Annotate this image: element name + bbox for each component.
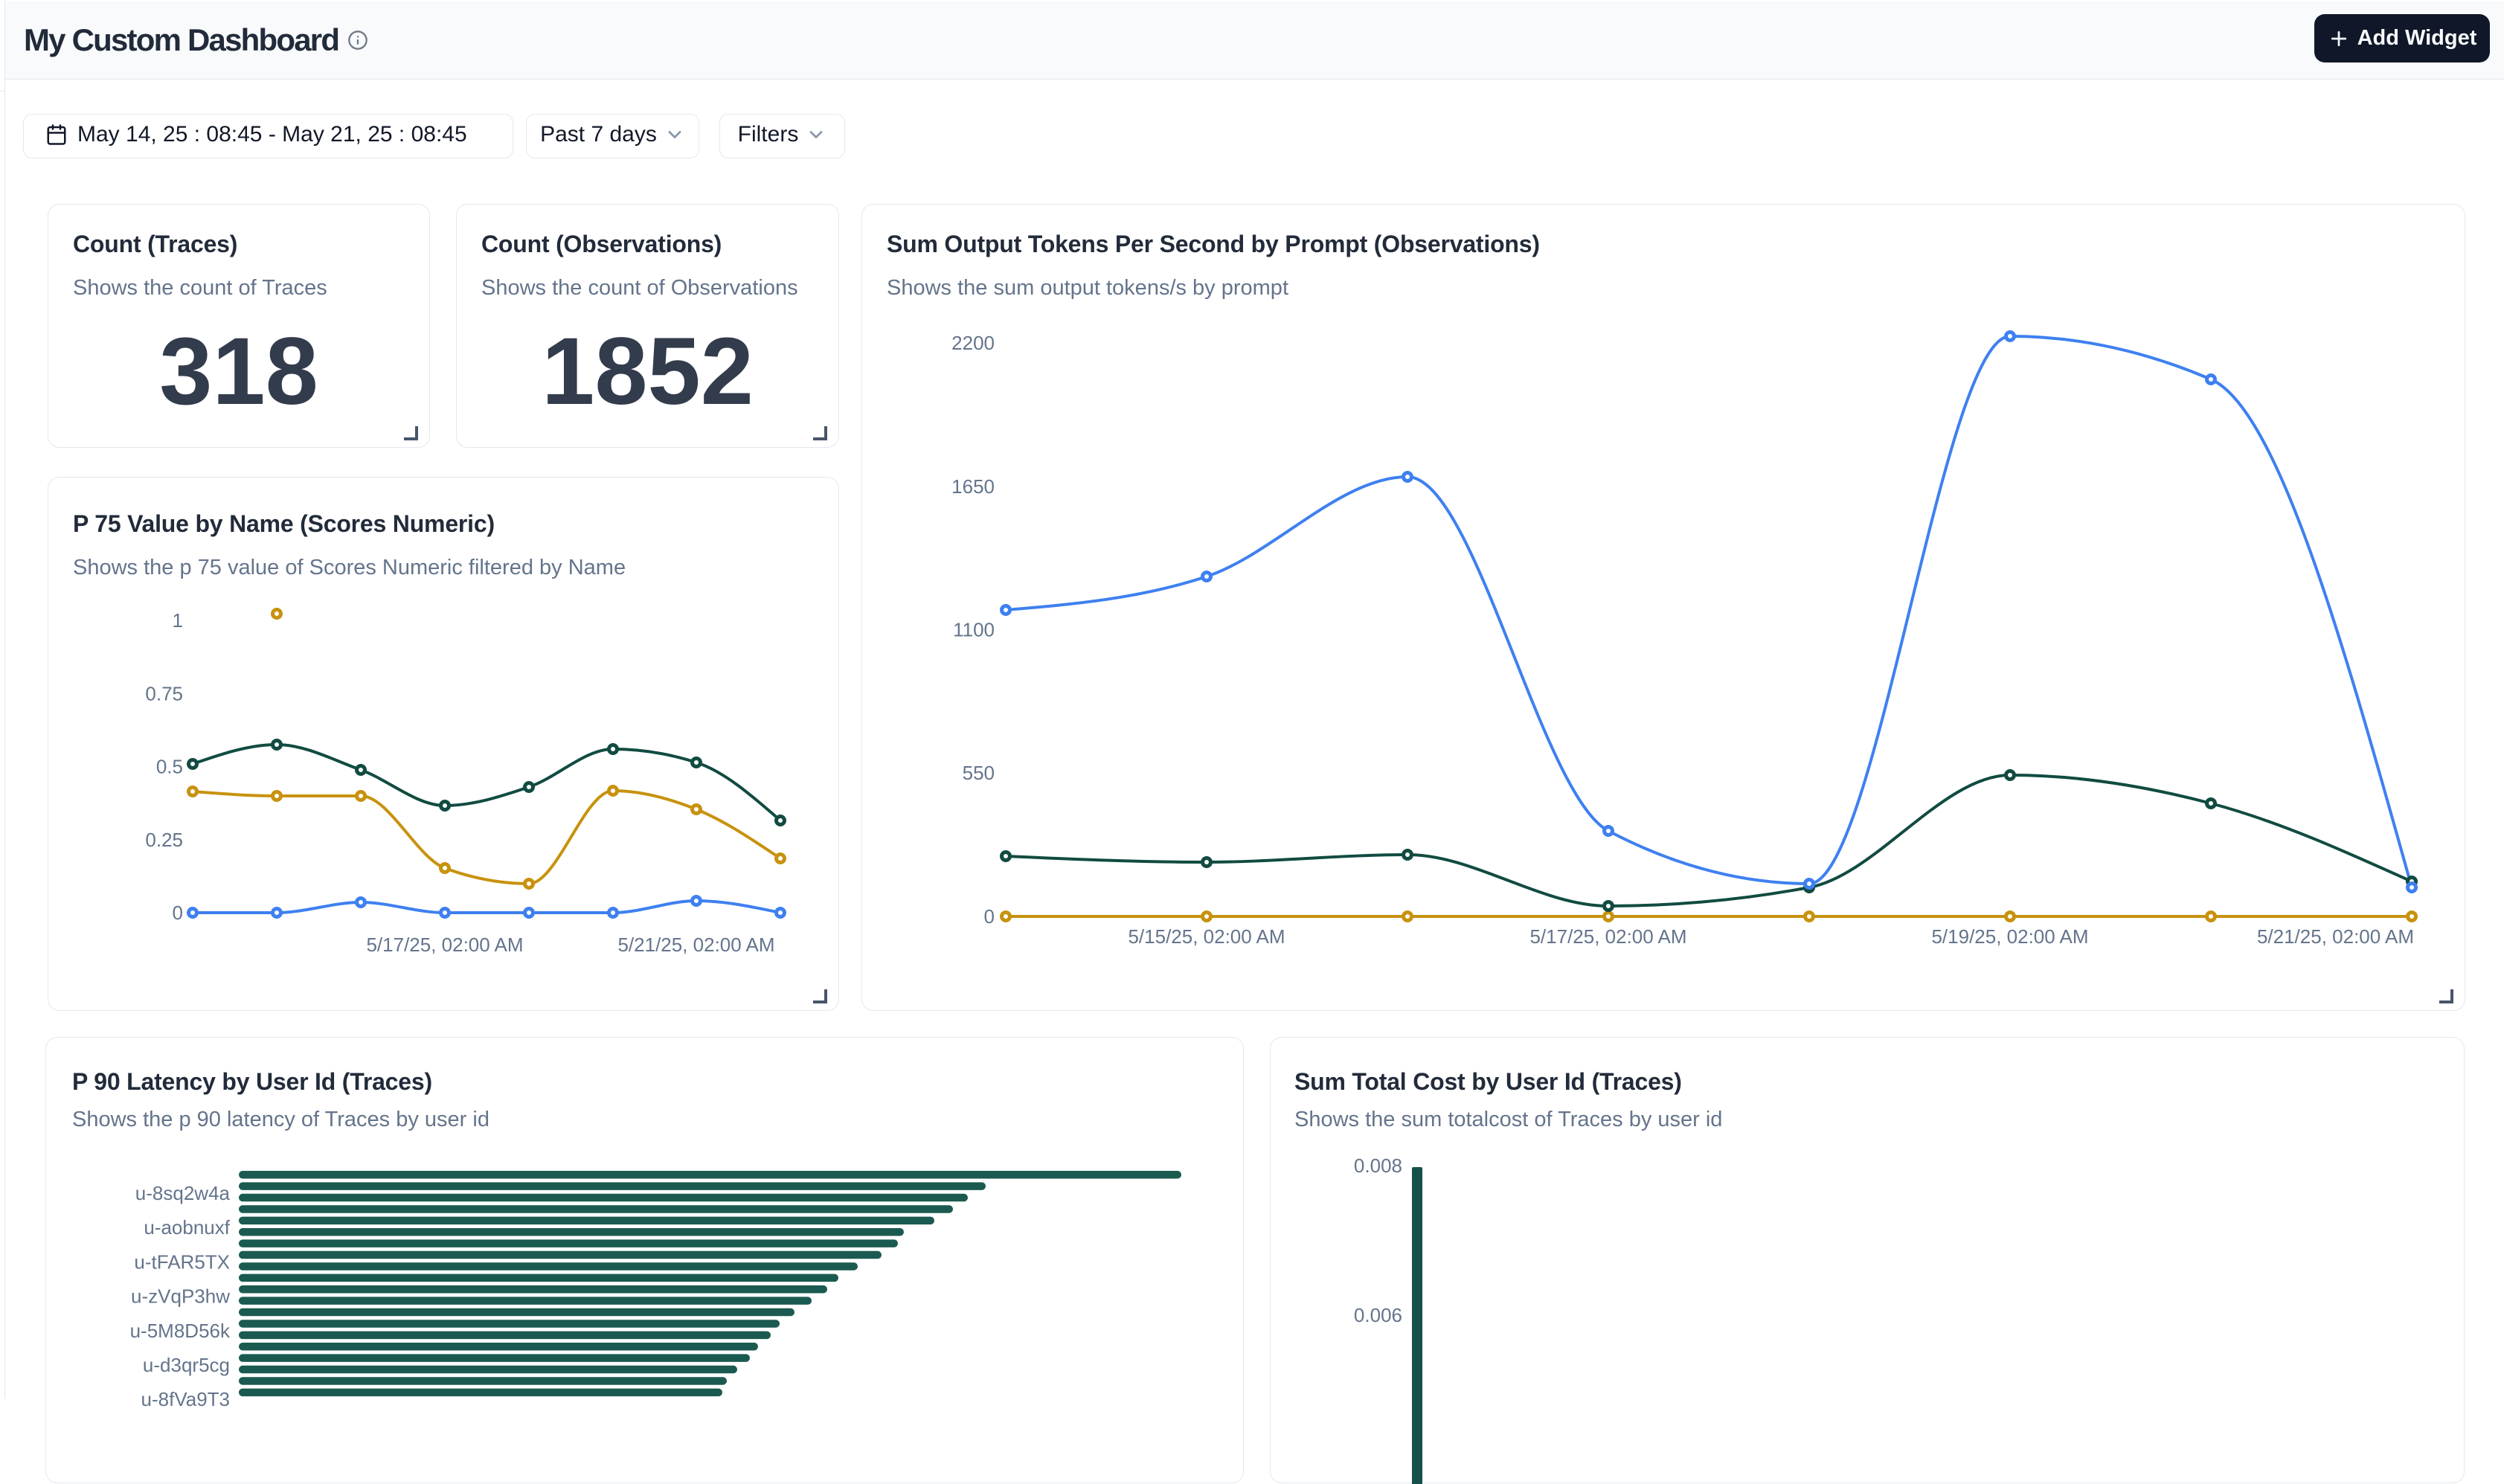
svg-text:2200: 2200 <box>951 332 995 354</box>
svg-text:u-d3qr5cg: u-d3qr5cg <box>143 1354 230 1376</box>
svg-text:u-tFAR5TX: u-tFAR5TX <box>134 1250 230 1273</box>
svg-text:1100: 1100 <box>953 619 995 641</box>
svg-text:0.006: 0.006 <box>1354 1304 1402 1326</box>
svg-text:0.5: 0.5 <box>156 756 183 778</box>
svg-text:u-5M8D56k: u-5M8D56k <box>130 1320 231 1342</box>
svg-text:u-aobnuxf: u-aobnuxf <box>144 1216 230 1239</box>
svg-text:0: 0 <box>173 902 183 924</box>
svg-text:5/15/25, 02:00 AM: 5/15/25, 02:00 AM <box>1128 925 1285 948</box>
svg-text:5/19/25, 02:00 AM: 5/19/25, 02:00 AM <box>1931 925 2088 948</box>
svg-text:u-8fVa9T3: u-8fVa9T3 <box>141 1388 230 1410</box>
svg-text:0: 0 <box>984 905 995 928</box>
svg-text:1: 1 <box>173 609 183 632</box>
svg-text:0.75: 0.75 <box>145 682 183 704</box>
svg-text:0.008: 0.008 <box>1354 1154 1402 1177</box>
svg-text:0.25: 0.25 <box>145 829 183 851</box>
svg-text:5/21/25, 02:00 AM: 5/21/25, 02:00 AM <box>2257 925 2414 948</box>
svg-text:u-8sq2w4a: u-8sq2w4a <box>135 1182 231 1204</box>
svg-text:5/21/25, 02:00 AM: 5/21/25, 02:00 AM <box>617 934 774 956</box>
svg-text:u-zVqP3hw: u-zVqP3hw <box>131 1285 230 1308</box>
svg-text:5/17/25, 02:00 AM: 5/17/25, 02:00 AM <box>366 934 523 956</box>
svg-text:550: 550 <box>963 762 995 784</box>
svg-text:1650: 1650 <box>951 475 995 498</box>
svg-text:5/17/25, 02:00 AM: 5/17/25, 02:00 AM <box>1529 925 1686 948</box>
